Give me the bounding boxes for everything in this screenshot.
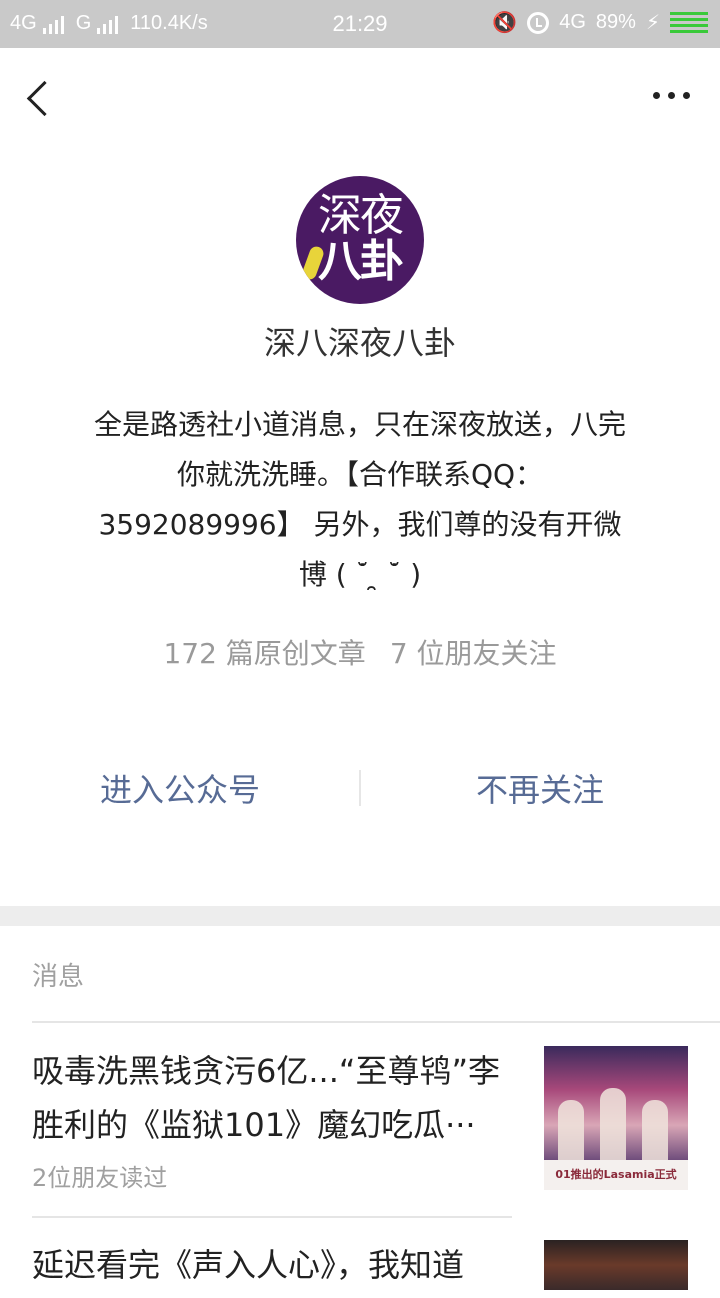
nav-bar <box>0 48 720 144</box>
article-title: 吸毒洗黑钱贪污6亿...“至尊鸨”李胜利的《监狱101》魔幻吃瓜··· <box>32 1052 501 1144</box>
messages-section-label: 消息 <box>32 962 85 992</box>
enter-account-button[interactable]: 进入公众号 <box>0 760 360 820</box>
article-thumbnail: 01推出的Lasamia正式 <box>544 1046 688 1190</box>
article-meta: 2位朋友读过 <box>32 1164 168 1192</box>
article-item[interactable]: 延迟看完《声入人心》，我知道 <box>32 1238 688 1298</box>
battery-percent: 89% <box>595 11 636 33</box>
more-dots-icon[interactable] <box>653 86 690 105</box>
thumb-caption: 01推出的Lasamia正式 <box>544 1160 688 1190</box>
avatar-text-line2: 八卦 <box>318 236 404 287</box>
friends-following-count: 7 位朋友关注 <box>389 637 557 670</box>
back-chevron-icon[interactable] <box>18 68 62 124</box>
original-articles-count: 172 篇原创文章 <box>163 637 366 670</box>
account-description: 全是路透社小道消息，只在深夜放送，八完你就洗洗睡。【合作联系QQ：3592089… <box>93 408 626 591</box>
article-thumbnail <box>544 1240 688 1290</box>
account-name: 深八深夜八卦 <box>263 324 456 362</box>
article-item[interactable]: 吸毒洗黑钱贪污6亿...“至尊鸨”李胜利的《监狱101》魔幻吃瓜··· 2位朋友… <box>32 1044 688 1218</box>
section-divider <box>32 1021 720 1023</box>
charging-icon: ⚡ <box>645 12 660 34</box>
action-bar: 进入公众号 不再关注 <box>0 760 720 820</box>
battery-icon <box>670 12 708 33</box>
network-4g-right-label: 4G <box>559 11 586 33</box>
alarm-icon <box>527 11 550 34</box>
thumb-figure <box>600 1088 626 1160</box>
status-right: 🔇 4G 89% ⚡ <box>492 10 708 35</box>
action-divider <box>359 770 361 806</box>
article-divider <box>32 1216 512 1218</box>
unfollow-button[interactable]: 不再关注 <box>360 760 720 820</box>
thumb-figure <box>558 1100 584 1160</box>
section-gap <box>0 906 720 926</box>
status-bar: 4G G 110.4K/s 21:29 🔇 4G 89% ⚡ <box>0 0 720 48</box>
avatar-text-line1: 深夜 <box>318 190 404 241</box>
account-stats: 172 篇原创文章 7 位朋友关注 <box>0 632 720 672</box>
article-title: 延迟看完《声入人心》，我知道 <box>32 1246 465 1284</box>
mute-icon: 🔇 <box>492 12 518 34</box>
thumb-figure <box>642 1100 668 1160</box>
account-avatar: 深夜 八卦 <box>296 176 424 304</box>
